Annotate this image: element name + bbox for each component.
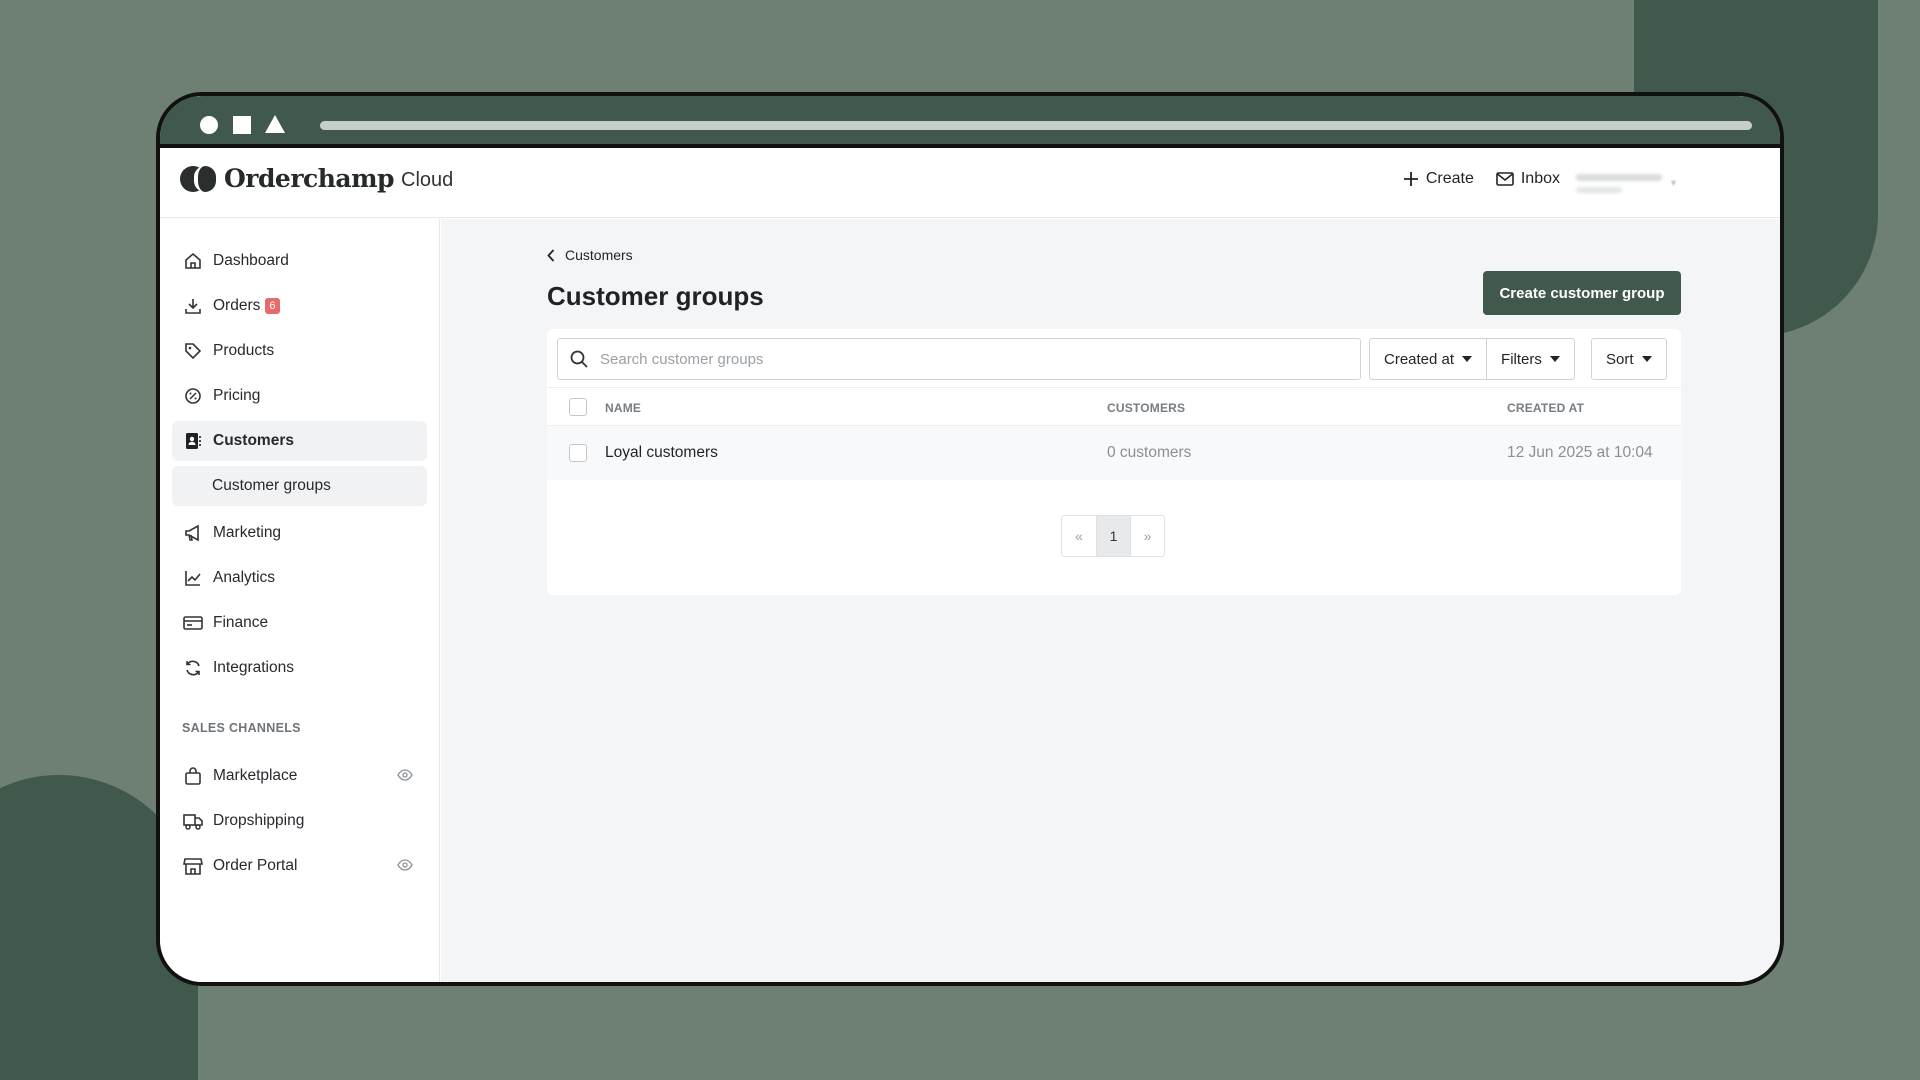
sidebar-item-customers[interactable]: Customers	[172, 421, 427, 461]
breadcrumb-label: Customers	[565, 247, 633, 263]
sidebar-item-finance[interactable]: Finance	[172, 603, 427, 643]
breadcrumb-back-link[interactable]: Customers	[547, 247, 633, 263]
created-at-label: Created at	[1384, 350, 1455, 368]
filters-dropdown[interactable]: Filters	[1486, 339, 1574, 379]
created-at-dropdown[interactable]: Created at	[1370, 339, 1486, 379]
tag-icon	[182, 340, 204, 362]
orders-count-badge: 6	[265, 298, 280, 314]
column-header-name: NAME	[605, 401, 642, 415]
sync-icon	[182, 657, 204, 679]
triangle-icon	[265, 115, 285, 133]
group-customer-count: 0 customers	[1107, 444, 1192, 461]
sidebar: Dashboard Orders 6 Products Pricing Cust…	[160, 219, 440, 982]
sales-channels-heading: SALES CHANNELS	[182, 721, 301, 735]
address-bar[interactable]	[320, 121, 1752, 130]
user-name-blurred	[1576, 174, 1662, 181]
customer-groups-card: Created at Filters Sort NAME CUSTOMERS C…	[547, 329, 1681, 595]
search-input[interactable]	[600, 350, 1300, 368]
chevron-down-icon: ▾	[1670, 178, 1676, 189]
home-icon	[182, 250, 204, 272]
pagination-prev-button[interactable]: «	[1062, 516, 1096, 556]
user-shop-blurred	[1576, 187, 1622, 193]
create-button[interactable]: Create	[1403, 170, 1474, 188]
caret-down-icon	[1549, 356, 1560, 362]
contact-book-icon	[182, 430, 204, 452]
create-label: Create	[1425, 170, 1474, 187]
sidebar-item-label: Finance	[213, 614, 269, 631]
sidebar-item-label: Orders	[213, 297, 261, 314]
megaphone-icon	[182, 522, 204, 544]
sidebar-item-customer-groups[interactable]: Customer groups	[172, 466, 427, 506]
browser-window: Orderchamp Cloud Create Inbox ▾ Dashboar…	[156, 92, 1784, 986]
sidebar-item-products[interactable]: Products	[172, 331, 427, 371]
select-all-checkbox[interactable]	[569, 398, 587, 416]
sidebar-item-label: Customers	[213, 432, 294, 449]
sidebar-item-dashboard[interactable]: Dashboard	[172, 241, 427, 281]
caret-down-icon	[1641, 356, 1652, 362]
percent-badge-icon	[182, 385, 204, 407]
sidebar-item-label: Customer groups	[212, 477, 331, 494]
sidebar-item-label: Integrations	[213, 659, 294, 676]
create-customer-group-button[interactable]: Create customer group	[1483, 271, 1681, 315]
column-header-created-at: CREATED AT	[1507, 401, 1585, 415]
main-content: Customers Customer groups Create custome…	[441, 219, 1780, 982]
orderchamp-logo-icon	[180, 165, 216, 192]
download-tray-icon	[182, 295, 204, 317]
caret-down-icon	[1462, 356, 1473, 362]
table-header: NAME CUSTOMERS CREATED AT	[547, 387, 1681, 426]
top-actions: Create Inbox	[1403, 170, 1560, 188]
sidebar-item-label: Products	[213, 342, 275, 359]
group-name[interactable]: Loyal customers	[605, 444, 718, 462]
page-title: Customer groups	[547, 281, 764, 311]
storefront-icon	[182, 855, 204, 877]
chevron-left-icon	[547, 248, 555, 262]
table-row[interactable]: Loyal customers 0 customers 12 Jun 2025 …	[547, 426, 1681, 480]
sidebar-item-analytics[interactable]: Analytics	[172, 558, 427, 598]
line-chart-icon	[182, 567, 204, 589]
pagination: « 1 »	[1061, 515, 1165, 557]
sidebar-item-label: Marketplace	[213, 767, 298, 784]
sidebar-item-orders[interactable]: Orders 6	[172, 286, 427, 326]
sidebar-item-label: Dropshipping	[213, 812, 305, 829]
truck-icon	[182, 810, 204, 832]
user-menu[interactable]: ▾	[1576, 174, 1676, 196]
row-checkbox[interactable]	[569, 444, 587, 462]
sidebar-item-order-portal[interactable]: Order Portal	[172, 846, 427, 886]
column-header-customers: CUSTOMERS	[1107, 401, 1186, 415]
filter-segment: Created at Filters	[1369, 338, 1575, 380]
pagination-page-1[interactable]: 1	[1096, 516, 1130, 556]
credit-card-icon	[182, 612, 204, 634]
brand-suffix: Cloud	[401, 168, 454, 191]
mail-icon	[1496, 172, 1514, 186]
sidebar-item-marketing[interactable]: Marketing	[172, 513, 427, 553]
inbox-button[interactable]: Inbox	[1496, 170, 1560, 188]
sidebar-item-marketplace[interactable]: Marketplace	[172, 756, 427, 796]
sidebar-item-label: Order Portal	[213, 857, 298, 874]
sidebar-item-pricing[interactable]: Pricing	[172, 376, 427, 416]
sidebar-item-label: Dashboard	[213, 252, 289, 269]
pagination-next-button[interactable]: »	[1130, 516, 1164, 556]
sidebar-item-integrations[interactable]: Integrations	[172, 648, 427, 688]
plus-icon	[1403, 172, 1418, 186]
eye-icon[interactable]	[397, 858, 413, 876]
sidebar-item-dropshipping[interactable]: Dropshipping	[172, 801, 427, 841]
search-icon	[570, 350, 588, 368]
logo[interactable]: Orderchamp Cloud	[180, 164, 453, 193]
window-chrome	[160, 96, 1780, 148]
top-bar: Orderchamp Cloud Create Inbox ▾	[160, 148, 1780, 218]
filters-label: Filters	[1501, 350, 1542, 368]
sort-label: Sort	[1606, 350, 1634, 368]
square-icon	[233, 116, 251, 134]
circle-icon	[200, 116, 218, 134]
sort-dropdown[interactable]: Sort	[1591, 338, 1667, 380]
brand-name: Orderchamp	[224, 164, 395, 193]
shopping-bag-icon	[182, 765, 204, 787]
group-created-at: 12 Jun 2025 at 10:04	[1507, 444, 1653, 461]
search-box	[557, 338, 1361, 380]
sidebar-item-label: Analytics	[213, 569, 276, 586]
eye-icon[interactable]	[397, 768, 413, 786]
sidebar-item-label: Pricing	[213, 387, 261, 404]
sidebar-item-label: Marketing	[213, 524, 282, 541]
inbox-label: Inbox	[1520, 170, 1560, 187]
